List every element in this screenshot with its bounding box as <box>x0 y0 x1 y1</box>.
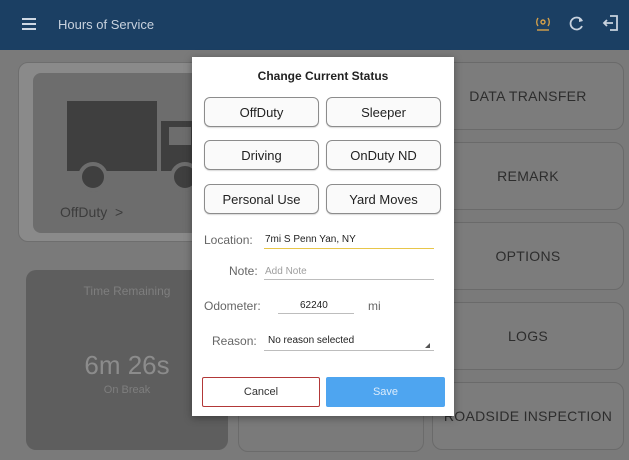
location-underline <box>264 248 434 249</box>
data-transfer-button[interactable]: DATA TRANSFER <box>432 62 624 130</box>
location-label: Location: <box>204 233 253 247</box>
app-title: Hours of Service <box>58 17 155 32</box>
note-field[interactable]: Add Note <box>265 266 307 277</box>
status-offduty-button[interactable]: OffDuty <box>204 97 319 127</box>
odometer-unit: mi <box>368 299 381 313</box>
location-field[interactable]: 7mi S Penn Yan, NY <box>265 234 356 245</box>
current-status-label: OffDuty > <box>60 204 124 220</box>
odometer-underline <box>278 313 354 314</box>
app-bar: Hours of Service <box>0 0 629 50</box>
status-driving-button[interactable]: Driving <box>204 140 319 170</box>
reason-label: Reason: <box>212 334 257 348</box>
reason-dropdown[interactable]: No reason selected <box>268 335 354 346</box>
cancel-button[interactable]: Cancel <box>202 377 320 407</box>
odometer-field[interactable]: 62240 <box>300 300 328 311</box>
status-personal-use-button[interactable]: Personal Use <box>204 184 319 214</box>
roadside-inspection-button[interactable]: ROADSIDE INSPECTION <box>432 382 624 450</box>
odometer-label: Odometer: <box>204 299 261 313</box>
dropdown-arrow-icon[interactable] <box>425 343 430 348</box>
chevron-right-icon: > <box>114 204 124 220</box>
refresh-icon[interactable] <box>567 13 587 33</box>
menu-icon[interactable] <box>22 18 36 30</box>
options-button[interactable]: OPTIONS <box>432 222 624 290</box>
logs-button[interactable]: LOGS <box>432 302 624 370</box>
remark-button[interactable]: REMARK <box>432 142 624 210</box>
note-label: Note: <box>229 264 258 278</box>
note-underline <box>264 279 434 280</box>
save-button[interactable]: Save <box>326 377 445 407</box>
logout-icon[interactable] <box>601 13 621 33</box>
status-yard-moves-button[interactable]: Yard Moves <box>326 184 441 214</box>
eld-connection-icon[interactable] <box>533 13 553 33</box>
status-sleeper-button[interactable]: Sleeper <box>326 97 441 127</box>
dialog-title: Change Current Status <box>257 69 389 83</box>
status-onduty-nd-button[interactable]: OnDuty ND <box>326 140 441 170</box>
reason-underline <box>264 350 434 351</box>
change-status-dialog: Change Current Status OffDuty Sleeper Dr… <box>192 57 454 416</box>
